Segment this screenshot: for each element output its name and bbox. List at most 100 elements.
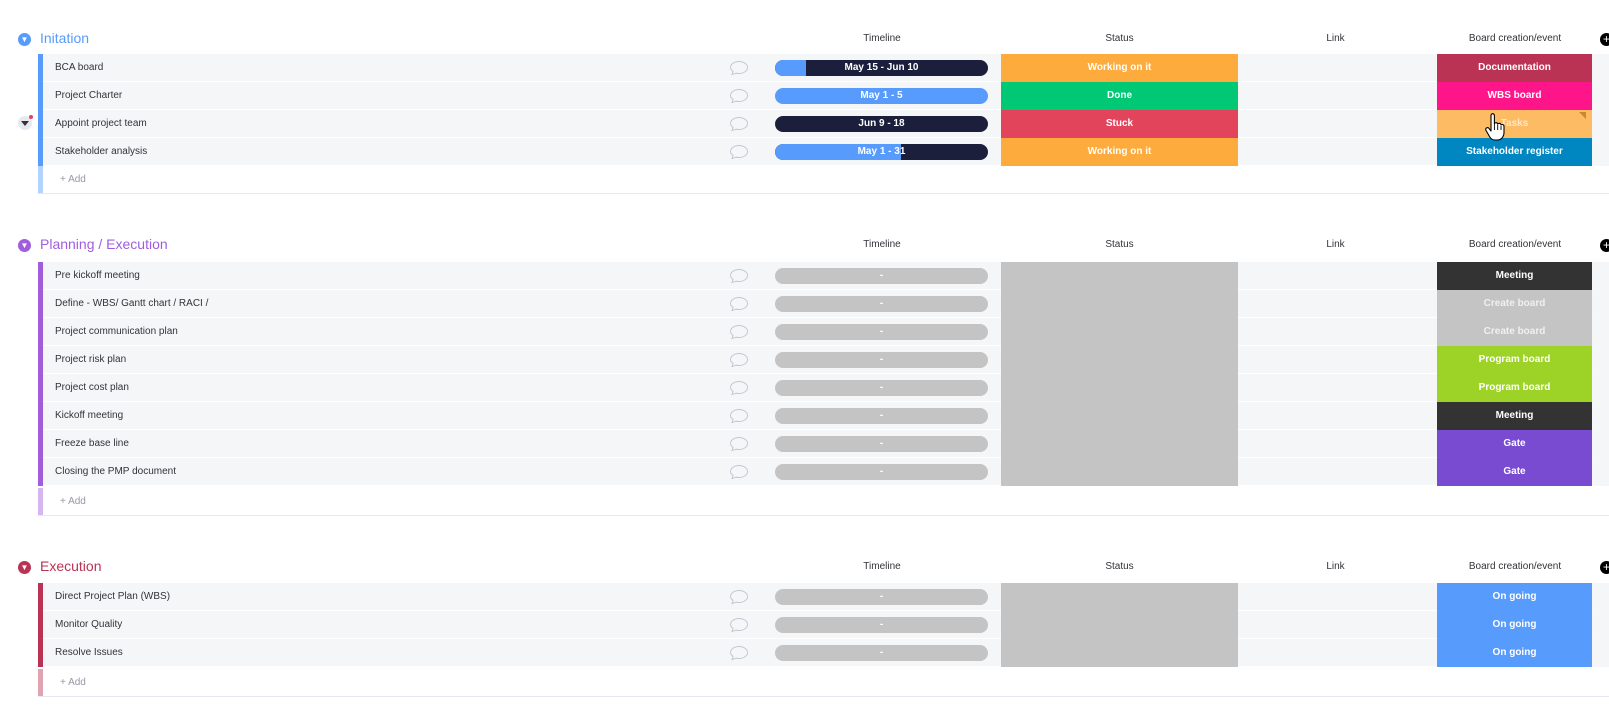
group-title[interactable]: Execution [40,556,101,576]
board-event-cell[interactable]: Tasks [1437,110,1592,138]
status-cell[interactable] [1001,290,1238,318]
item-name[interactable]: Freeze base line [55,430,129,458]
add-item-button[interactable]: + Add [60,488,86,515]
column-header-timeline[interactable]: Timeline [776,239,988,251]
status-cell[interactable] [1001,430,1238,458]
column-header-link[interactable]: Link [1238,561,1433,573]
table-row[interactable]: Freeze base line - Gate [38,430,1609,458]
table-row[interactable]: Project risk plan - Program board [38,346,1609,374]
add-item-row[interactable]: + Add [38,488,1609,516]
table-row[interactable]: Stakeholder analysis May 1 - 31 Working … [38,138,1609,166]
column-header-board[interactable]: Board creation/event [1437,561,1593,573]
comment-bubble-icon[interactable] [729,88,749,104]
add-item-row[interactable]: + Add [38,669,1609,697]
comment-bubble-icon[interactable] [729,380,749,396]
timeline-bar[interactable]: - [775,352,988,368]
comment-bubble-icon[interactable] [729,645,749,661]
status-cell[interactable] [1001,262,1238,290]
board-event-cell[interactable]: Meeting [1437,262,1592,290]
item-name[interactable]: Resolve Issues [55,639,123,667]
timeline-bar[interactable]: - [775,617,988,633]
column-header-link[interactable]: Link [1238,239,1433,251]
timeline-bar[interactable]: May 1 - 5 [775,88,988,104]
comment-bubble-icon[interactable] [729,324,749,340]
status-cell[interactable]: Working on it [1001,138,1238,166]
status-cell[interactable] [1001,346,1238,374]
timeline-bar[interactable]: - [775,589,988,605]
item-name[interactable]: Stakeholder analysis [55,138,147,166]
timeline-bar[interactable]: - [775,436,988,452]
column-header-link[interactable]: Link [1238,33,1433,45]
status-cell[interactable]: Working on it [1001,54,1238,82]
comment-bubble-icon[interactable] [729,116,749,132]
status-cell[interactable] [1001,611,1238,639]
column-header-status[interactable]: Status [1001,239,1238,251]
board-event-cell[interactable]: Program board [1437,346,1592,374]
group-title[interactable]: Planning / Execution [40,234,168,254]
status-cell[interactable] [1001,639,1238,667]
timeline-bar[interactable]: May 1 - 31 [775,144,988,160]
add-column-plus-icon[interactable]: + [1600,33,1609,46]
board-event-cell[interactable]: Create board [1437,290,1592,318]
comment-bubble-icon[interactable] [729,60,749,76]
board-event-cell[interactable]: On going [1437,611,1592,639]
add-item-button[interactable]: + Add [60,166,86,193]
add-item-row[interactable]: + Add [38,166,1609,194]
item-name[interactable]: Appoint project team [55,110,147,138]
comment-bubble-icon[interactable] [729,352,749,368]
column-header-status[interactable]: Status [1001,33,1238,45]
timeline-bar[interactable]: - [775,324,988,340]
timeline-bar[interactable]: - [775,268,988,284]
collapse-chevron-icon[interactable]: ▼ [18,561,31,574]
item-name[interactable]: BCA board [55,54,103,82]
board-event-cell[interactable]: Gate [1437,430,1592,458]
table-row[interactable]: Resolve Issues - On going [38,639,1609,667]
column-header-timeline[interactable]: Timeline [776,33,988,45]
item-name[interactable]: Direct Project Plan (WBS) [55,583,170,611]
board-event-cell[interactable]: Program board [1437,374,1592,402]
timeline-bar[interactable]: - [775,464,988,480]
item-name[interactable]: Monitor Quality [55,611,122,639]
status-cell[interactable] [1001,402,1238,430]
item-name[interactable]: Project risk plan [55,346,126,374]
add-column-plus-icon[interactable]: + [1600,561,1609,574]
status-cell[interactable] [1001,318,1238,346]
collapse-chevron-icon[interactable]: ▼ [18,33,31,46]
board-event-cell[interactable]: On going [1437,583,1592,611]
comment-bubble-icon[interactable] [729,408,749,424]
comment-bubble-icon[interactable] [729,617,749,633]
comment-bubble-icon[interactable] [729,589,749,605]
collapse-chevron-icon[interactable]: ▼ [18,239,31,252]
item-name[interactable]: Kickoff meeting [55,402,123,430]
board-event-cell[interactable]: On going [1437,639,1592,667]
add-column-plus-icon[interactable]: + [1600,239,1609,252]
table-row[interactable]: Kickoff meeting - Meeting [38,402,1609,430]
table-row[interactable]: Direct Project Plan (WBS) - On going [38,583,1609,611]
comment-bubble-icon[interactable] [729,144,749,160]
status-cell[interactable]: Stuck [1001,110,1238,138]
status-cell[interactable] [1001,583,1238,611]
table-row[interactable]: Appoint project team Jun 9 - 18 Stuck Ta… [38,110,1609,138]
table-row[interactable]: Project communication plan - Create boar… [38,318,1609,346]
table-row[interactable]: Monitor Quality - On going [38,611,1609,639]
board-event-cell[interactable]: Gate [1437,458,1592,486]
item-name[interactable]: Project Charter [55,82,122,110]
column-header-board[interactable]: Board creation/event [1437,239,1593,251]
column-header-status[interactable]: Status [1001,561,1238,573]
board-event-cell[interactable]: Documentation [1437,54,1592,82]
timeline-bar[interactable]: - [775,296,988,312]
column-header-timeline[interactable]: Timeline [776,561,988,573]
group-title[interactable]: Initation [40,28,89,48]
status-cell[interactable] [1001,374,1238,402]
comment-bubble-icon[interactable] [729,296,749,312]
item-name[interactable]: Project communication plan [55,318,178,346]
timeline-bar[interactable]: May 15 - Jun 10 [775,60,988,76]
row-menu-icon[interactable] [18,115,33,130]
table-row[interactable]: Project cost plan - Program board [38,374,1609,402]
table-row[interactable]: Define - WBS/ Gantt chart / RACI / - Cre… [38,290,1609,318]
item-name[interactable]: Project cost plan [55,374,129,402]
column-header-board[interactable]: Board creation/event [1437,33,1593,45]
table-row[interactable]: Pre kickoff meeting - Meeting [38,262,1609,290]
item-name[interactable]: Pre kickoff meeting [55,262,140,290]
comment-bubble-icon[interactable] [729,464,749,480]
